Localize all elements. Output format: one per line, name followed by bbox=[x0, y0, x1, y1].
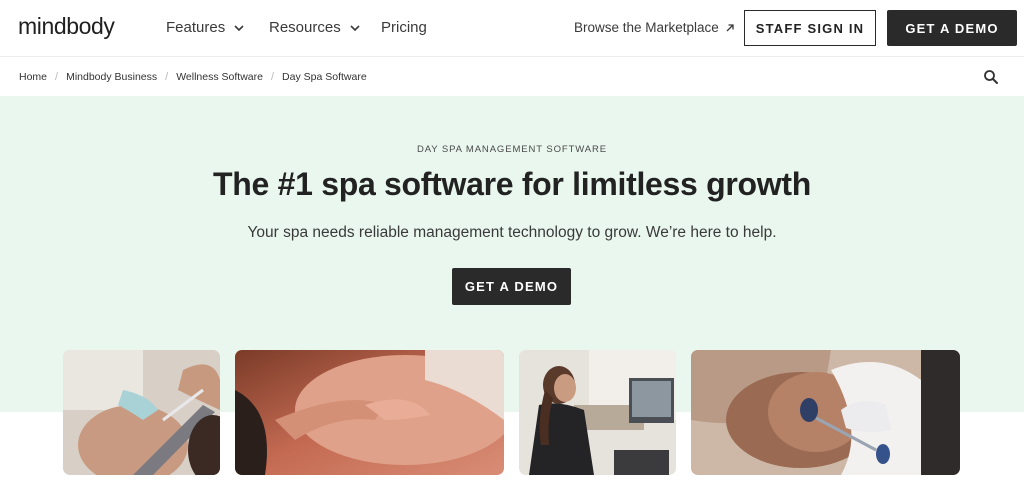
browse-marketplace-link[interactable]: Browse the Marketplace bbox=[574, 20, 735, 35]
hero-eyebrow: DAY SPA MANAGEMENT SOFTWARE bbox=[416, 144, 608, 155]
massage-photo bbox=[235, 350, 504, 475]
nav-resources[interactable]: Resources bbox=[269, 19, 361, 36]
breadcrumb-mindbody-business[interactable]: Mindbody Business bbox=[66, 71, 157, 83]
breadcrumb-day-spa-software[interactable]: Day Spa Software bbox=[282, 71, 367, 83]
get-a-demo-header-button[interactable]: GET A DEMO bbox=[887, 10, 1017, 46]
breadcrumb-separator: / bbox=[270, 71, 275, 83]
breadcrumb-separator: / bbox=[165, 71, 169, 83]
chevron-down-icon bbox=[234, 24, 244, 31]
breadcrumb-separator: / bbox=[55, 71, 59, 83]
facial-treatment-photo bbox=[63, 350, 220, 475]
nav-features[interactable]: Features bbox=[166, 19, 245, 36]
mindbody-logo[interactable]: mindbody bbox=[18, 13, 115, 40]
breadcrumb-bar: Home / Mindbody Business / Wellness Soft… bbox=[0, 58, 1024, 96]
staff-sign-in-button[interactable]: STAFF SIGN IN bbox=[744, 10, 876, 46]
nav-features-label: Features bbox=[166, 19, 226, 36]
facial-roller-photo bbox=[691, 350, 960, 475]
breadcrumb-wellness-software[interactable]: Wellness Software bbox=[176, 71, 263, 83]
hero-subhead: Your spa needs reliable management techn… bbox=[247, 224, 777, 241]
hero-headline: The #1 spa software for limitless growth bbox=[213, 166, 811, 202]
front-desk-staff-photo bbox=[519, 350, 676, 475]
get-a-demo-hero-button[interactable]: GET A DEMO bbox=[452, 268, 571, 305]
breadcrumb-home[interactable]: Home bbox=[19, 71, 47, 83]
chevron-down-icon bbox=[350, 24, 360, 31]
breadcrumb: Home / Mindbody Business / Wellness Soft… bbox=[19, 71, 367, 83]
site-header: mindbody Features Resources Pricing Brow… bbox=[0, 0, 1024, 57]
external-arrow-icon bbox=[726, 23, 734, 31]
nav-pricing-label: Pricing bbox=[381, 19, 427, 36]
marketplace-label: Browse the Marketplace bbox=[574, 20, 719, 35]
search-icon[interactable] bbox=[983, 69, 999, 85]
nav-resources-label: Resources bbox=[269, 19, 341, 36]
nav-pricing[interactable]: Pricing bbox=[381, 19, 427, 36]
